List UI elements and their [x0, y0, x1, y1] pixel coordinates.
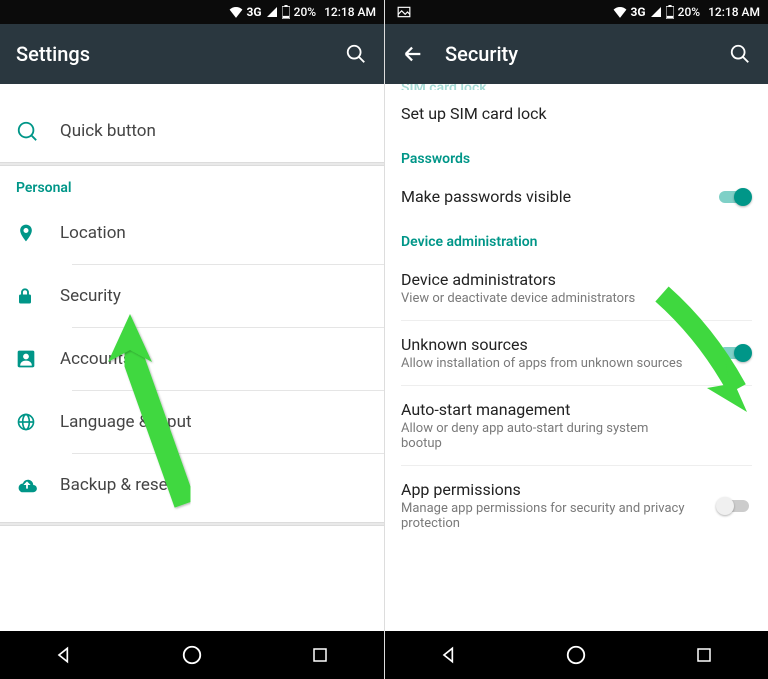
network-label: 3G — [631, 5, 646, 19]
backup-label: Backup & reset — [60, 475, 173, 495]
nav-recent-icon[interactable] — [308, 643, 332, 667]
battery-icon — [666, 5, 674, 19]
item-app-permissions[interactable]: App permissions Manage app permissions f… — [385, 466, 768, 545]
security-list: SIM card lock Set up SIM card lock Passw… — [385, 84, 768, 631]
appbar-security: Security — [385, 24, 768, 84]
pane-settings: 3G 20% 12:18 AM Settings Quick button Pe… — [0, 0, 384, 679]
row-accounts[interactable]: Accounts — [0, 328, 384, 390]
battery-pct: 20% — [294, 5, 316, 19]
row-quick-button[interactable]: Quick button — [0, 100, 384, 162]
unknown-title: Unknown sources — [401, 335, 752, 354]
page-title-security: Security — [445, 42, 728, 66]
search-icon[interactable] — [344, 42, 368, 66]
settings-list: Quick button Personal Location Security … — [0, 84, 384, 631]
battery-icon — [282, 5, 290, 19]
subheader-personal: Personal — [0, 166, 384, 202]
toggle-unknown-sources[interactable] — [716, 343, 752, 363]
backup-icon — [16, 476, 60, 494]
nav-home-icon[interactable] — [180, 643, 204, 667]
network-label: 3G — [247, 5, 262, 19]
nav-home-icon[interactable] — [564, 643, 588, 667]
android-navbar — [0, 631, 384, 679]
accounts-label: Accounts — [60, 349, 132, 369]
wifi-icon — [229, 6, 243, 18]
android-navbar-2 — [385, 631, 768, 679]
signal-icon — [650, 6, 662, 18]
device-admins-subtitle: View or deactivate device administrators — [401, 291, 752, 306]
status-bar-2: 3G 20% 12:18 AM — [385, 0, 768, 24]
item-unknown-sources[interactable]: Unknown sources Allow installation of ap… — [385, 321, 768, 385]
unknown-subtitle: Allow installation of apps from unknown … — [401, 356, 752, 371]
perm-title: App permissions — [401, 480, 752, 499]
lock-icon — [16, 285, 60, 307]
globe-icon — [16, 412, 60, 432]
device-admins-title: Device administrators — [401, 270, 752, 289]
item-device-admins[interactable]: Device administrators View or deactivate… — [385, 256, 768, 320]
perm-subtitle: Manage app permissions for security and … — [401, 501, 752, 531]
row-backup[interactable]: Backup & reset — [0, 454, 384, 516]
search-icon[interactable] — [728, 42, 752, 66]
status-bar: 3G 20% 12:18 AM — [0, 0, 384, 24]
signal-icon — [266, 6, 278, 18]
battery-pct: 20% — [678, 5, 700, 19]
back-icon[interactable] — [401, 42, 425, 66]
autostart-subtitle: Allow or deny app auto-start during syst… — [401, 421, 752, 451]
passwords-visible-label: Make passwords visible — [401, 187, 752, 206]
language-label: Language & input — [60, 412, 192, 432]
quick-label: Quick button — [60, 121, 156, 141]
clock: 12:18 AM — [708, 5, 760, 19]
page-title: Settings — [16, 42, 344, 66]
item-autostart[interactable]: Auto-start management Allow or deny app … — [385, 386, 768, 465]
nav-recent-icon[interactable] — [692, 643, 716, 667]
wifi-icon — [613, 6, 627, 18]
autostart-title: Auto-start management — [401, 400, 752, 419]
sim-lock-label: Set up SIM card lock — [401, 104, 752, 123]
item-passwords-visible[interactable]: Make passwords visible — [385, 173, 768, 220]
item-sim-lock[interactable]: Set up SIM card lock — [385, 90, 768, 137]
quick-icon — [16, 120, 60, 142]
accounts-icon — [16, 349, 60, 369]
pane-security: 3G 20% 12:18 AM Security SIM card lock S… — [384, 0, 768, 679]
location-icon — [16, 222, 60, 244]
row-security[interactable]: Security — [0, 265, 384, 327]
subheader-passwords: Passwords — [385, 137, 768, 173]
section-divider-2 — [0, 522, 384, 526]
location-label: Location — [60, 223, 126, 243]
appbar-settings: Settings — [0, 24, 384, 84]
row-language[interactable]: Language & input — [0, 391, 384, 453]
toggle-app-permissions[interactable] — [716, 496, 752, 516]
nav-back-icon[interactable] — [52, 643, 76, 667]
security-label: Security — [60, 286, 121, 306]
row-location[interactable]: Location — [0, 202, 384, 264]
clock: 12:18 AM — [324, 5, 376, 19]
toggle-passwords-visible[interactable] — [716, 187, 752, 207]
nav-back-icon[interactable] — [437, 643, 461, 667]
subheader-device-admin: Device administration — [385, 220, 768, 256]
screenshot-icon — [393, 6, 411, 18]
